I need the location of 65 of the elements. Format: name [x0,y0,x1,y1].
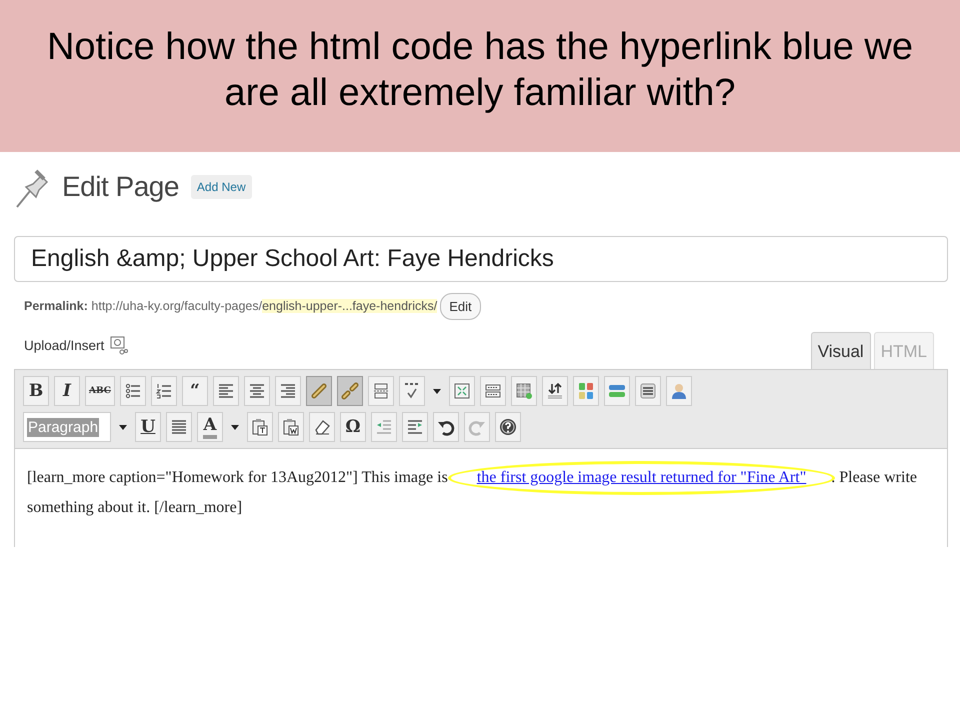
editor-paragraph: [learn_more caption="Homework for 13Aug2012"] This image is the first google image result returned for "Fine Art" . Please write something about it. [/learn_more] [27,463,935,523]
broken-chain-icon [340,382,359,400]
format-button[interactable]: I [54,376,80,406]
outdent-icon [375,418,393,436]
align-right-icon [278,382,297,400]
text-lines-button[interactable] [634,376,661,406]
redo-icon [468,418,486,436]
align-center-icon [248,382,266,400]
upload-insert-label: Upload/Insert [24,338,104,352]
eraser-button[interactable] [309,412,335,442]
permalink-url: http://uha-ky.org/faculty-pages/ [91,299,262,313]
media-icon [110,335,128,355]
indent-icon [406,418,424,436]
chain-link-button[interactable] [306,376,332,406]
stacked-bars-icon [608,382,626,400]
paste-text-icon [251,418,269,436]
help-button[interactable] [495,412,521,442]
permalink-label: Permalink: [24,299,88,313]
color-grid-icon [576,382,595,400]
help-icon [499,418,517,436]
page-break-icon [372,382,390,400]
text-color-button[interactable]: A [197,412,223,442]
editor-tab[interactable]: Visual [810,332,871,369]
fullscreen-button[interactable] [448,376,475,406]
justify-button[interactable] [166,412,192,442]
format-button[interactable]: “ [182,376,208,406]
person-icon [670,382,688,400]
strikethrough-button[interactable]: ABC [85,376,115,406]
sort-arrows-button[interactable] [542,376,568,406]
format-button[interactable]: B [23,376,49,406]
person-button[interactable] [666,376,692,406]
broken-chain-button[interactable] [336,376,363,406]
eraser-icon [313,418,331,436]
page-break-button[interactable] [368,376,394,406]
color-grid-button[interactable] [572,376,599,406]
align-left-button[interactable] [212,376,239,406]
undo-button[interactable] [433,412,459,442]
chain-link-icon [310,382,328,400]
align-center-button[interactable] [244,376,270,406]
edit-button[interactable]: Edit [440,292,481,320]
paste-word-icon [282,418,300,436]
spelling-button[interactable] [398,376,425,406]
fullscreen-icon [452,382,471,400]
paste-word-button[interactable] [278,412,304,442]
bullet-list-icon [124,382,142,400]
align-right-button[interactable] [274,376,301,406]
numbered-list-button[interactable] [150,376,177,406]
align-left-icon [216,382,235,400]
text-lines-icon [638,382,657,400]
permalink-slug: english-upper-...faye-hendricks/ [262,299,438,313]
stacked-bars-button[interactable] [604,376,630,406]
slide-title: Notice how the html code has the hyperlink blue we are all extremely familiar with? [46,25,914,116]
paste-text-button[interactable] [247,412,273,442]
underline-button[interactable]: U [135,412,161,442]
numbered-list-icon [154,382,173,400]
indent-button[interactable] [402,412,428,442]
spelling-icon [402,382,421,400]
justify-icon [170,418,188,436]
format-button[interactable]: Ω [340,412,366,442]
undo-icon [437,418,455,436]
sort-arrows-icon [546,382,564,400]
add-new-button[interactable]: Add New [190,175,252,199]
page-heading: Edit Page [62,171,179,203]
title-field[interactable]: English &amp; Upper School Art: Faye Hendricks [14,236,948,282]
bullet-list-button[interactable] [120,376,146,406]
